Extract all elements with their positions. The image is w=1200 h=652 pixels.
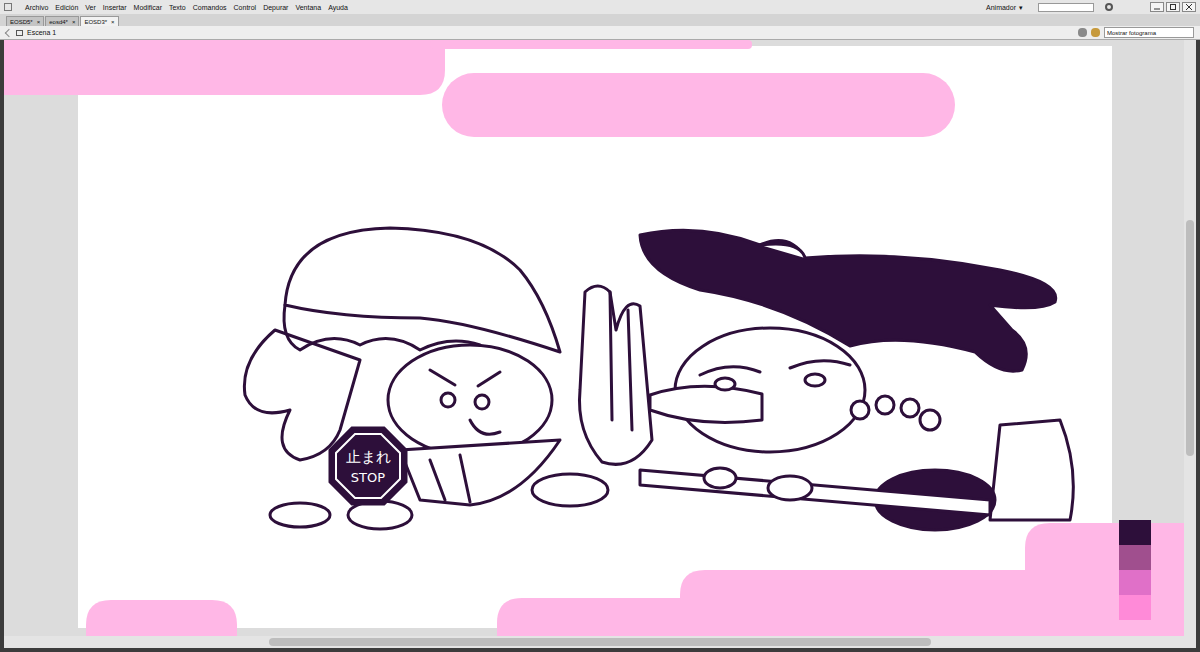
left-character xyxy=(244,228,608,529)
menu-item[interactable]: Archivo xyxy=(25,4,48,11)
document-tab[interactable]: EOSD3*× xyxy=(80,16,118,26)
raised-hand xyxy=(579,286,652,464)
document-tabs: EOSD5*×eosd4*×EOSD3*× xyxy=(0,14,1200,26)
stop-sign: 止まれ STOP xyxy=(330,428,406,504)
gear-icon[interactable] xyxy=(1105,3,1113,11)
menu-item[interactable]: Control xyxy=(234,4,257,11)
menu-item[interactable]: Comandos xyxy=(193,4,227,11)
view-dropdown[interactable]: Mostrar fotograma xyxy=(1104,27,1194,38)
menu-bar: Archivo Edición Ver Insertar Modificar Texto C… xyxy=(0,0,1200,14)
horizontal-scrollbar[interactable] xyxy=(4,636,1196,648)
svg-text:止まれ: 止まれ xyxy=(346,448,391,466)
document-tab[interactable]: EOSD5*× xyxy=(6,16,44,26)
menu-item[interactable]: Ventana xyxy=(295,4,321,11)
restore-icon[interactable] xyxy=(1166,2,1180,12)
close-icon[interactable] xyxy=(1182,2,1196,12)
scene-name: Escena 1 xyxy=(27,29,56,36)
app-window: Archivo Edición Ver Insertar Modificar Texto C… xyxy=(0,0,1200,652)
edit-scene-icon[interactable] xyxy=(1091,28,1100,37)
back-arrow-icon[interactable] xyxy=(5,28,13,36)
color-swatch[interactable] xyxy=(1119,595,1151,620)
minimize-icon[interactable] xyxy=(1150,2,1164,12)
pink-shapes xyxy=(4,40,1184,636)
tab-close-button[interactable]: × xyxy=(111,19,115,25)
menu-item[interactable]: Modificar xyxy=(134,4,162,11)
search-field[interactable] xyxy=(1038,3,1094,12)
menu-item[interactable]: Ver xyxy=(85,4,96,11)
color-swatches xyxy=(1119,520,1151,620)
menu-item[interactable]: Texto xyxy=(169,4,186,11)
stage xyxy=(78,46,1112,628)
menu-item[interactable]: Edición xyxy=(55,4,78,11)
scene-icon xyxy=(16,30,23,36)
tab-close-button[interactable]: × xyxy=(37,19,41,25)
tab-close-button[interactable]: × xyxy=(72,19,76,25)
app-icon[interactable] xyxy=(4,3,12,11)
menu-item[interactable]: Ayuda xyxy=(328,4,348,11)
color-swatch[interactable] xyxy=(1119,570,1151,595)
right-character xyxy=(640,230,1073,530)
scene-bar: Escena 1 Mostrar fotograma xyxy=(0,26,1200,40)
menu-item[interactable]: Insertar xyxy=(103,4,127,11)
edit-symbol-icon[interactable] xyxy=(1078,28,1087,37)
menu-item[interactable]: Depurar xyxy=(263,4,288,11)
color-swatch[interactable] xyxy=(1119,545,1151,570)
workspace-switcher[interactable]: Animador▾ xyxy=(986,4,1023,11)
svg-text:STOP: STOP xyxy=(351,470,385,485)
document-tab[interactable]: eosd4*× xyxy=(45,16,79,26)
vertical-scrollbar[interactable] xyxy=(1184,40,1196,636)
canvas[interactable]: 止まれ STOP xyxy=(4,40,1184,636)
stage-drawing: 止まれ STOP xyxy=(4,40,1184,636)
color-swatch[interactable] xyxy=(1119,520,1151,545)
